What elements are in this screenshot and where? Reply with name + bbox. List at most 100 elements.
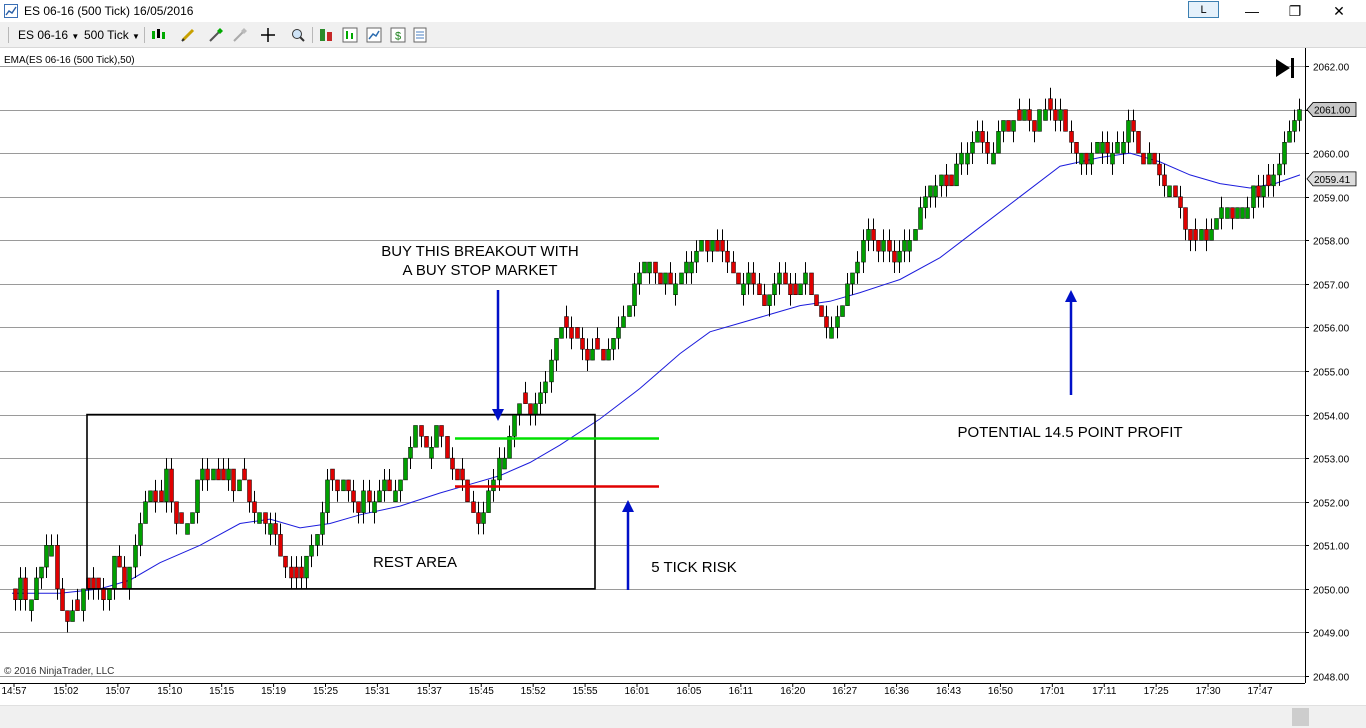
candle-body bbox=[1235, 207, 1240, 219]
candle-body bbox=[1230, 207, 1235, 219]
candle-body bbox=[975, 131, 980, 143]
candle-body bbox=[1178, 196, 1183, 208]
time-tick-label: 16:50 bbox=[988, 686, 1013, 697]
dollar-icon[interactable]: $ bbox=[390, 27, 406, 43]
candle-body bbox=[247, 479, 252, 502]
candle-body bbox=[793, 283, 798, 296]
candle-body bbox=[1204, 229, 1209, 241]
candle-body bbox=[18, 577, 23, 601]
properties-icon[interactable] bbox=[412, 27, 428, 43]
price-tick-label: 2054.00 bbox=[1313, 412, 1350, 423]
candle-body bbox=[611, 338, 616, 350]
candle-body bbox=[117, 555, 122, 568]
candle-body bbox=[138, 523, 143, 546]
candle-body bbox=[294, 566, 299, 579]
candle-body bbox=[1121, 142, 1126, 154]
order-icon[interactable] bbox=[318, 27, 334, 43]
candle-body bbox=[1100, 142, 1105, 154]
candle-body bbox=[1089, 152, 1094, 165]
candle-body bbox=[283, 555, 288, 568]
candle-body bbox=[1141, 152, 1146, 165]
horizontal-scrollbar[interactable] bbox=[0, 705, 1366, 728]
magnet-icon[interactable] bbox=[232, 27, 248, 43]
candle-body bbox=[1167, 185, 1172, 197]
maximize-button[interactable]: ❐ bbox=[1272, 0, 1318, 22]
time-tick-label: 15:52 bbox=[521, 686, 546, 697]
jump-to-end-icon[interactable] bbox=[1276, 58, 1294, 78]
candle-body bbox=[663, 272, 668, 285]
candle-body bbox=[497, 457, 502, 481]
price-tick-label: 2058.00 bbox=[1313, 237, 1350, 248]
candle-body bbox=[335, 479, 340, 492]
time-tick-label: 15:19 bbox=[261, 686, 286, 697]
candle-body bbox=[512, 414, 517, 437]
time-tick-label: 17:25 bbox=[1144, 686, 1169, 697]
candle-body bbox=[1297, 109, 1302, 121]
candle-body bbox=[34, 577, 39, 601]
candle-body bbox=[60, 588, 65, 611]
candle-body bbox=[788, 283, 793, 296]
crosshair-icon[interactable] bbox=[260, 27, 276, 43]
candle-body bbox=[705, 240, 710, 252]
candle-body bbox=[564, 316, 569, 328]
candle-body bbox=[616, 327, 621, 339]
candle-body bbox=[918, 207, 923, 230]
strategies-icon[interactable] bbox=[366, 27, 382, 43]
candle-body bbox=[658, 272, 663, 285]
candle-body bbox=[299, 566, 304, 579]
minimize-button[interactable]: — bbox=[1229, 0, 1275, 22]
candle-body bbox=[606, 348, 611, 361]
candle-body bbox=[1110, 152, 1115, 165]
chevron-down-icon: ▼ bbox=[71, 32, 80, 41]
link-button[interactable]: L bbox=[1188, 1, 1219, 18]
candle-body bbox=[876, 240, 881, 252]
price-tick-label: 2062.00 bbox=[1313, 63, 1350, 74]
scrollbar-thumb[interactable] bbox=[1292, 708, 1309, 726]
svg-text:$: $ bbox=[395, 31, 401, 43]
price-chart[interactable]: REST AREA BUY THIS BREAKOUT WITH A BUY STO… bbox=[0, 48, 1366, 705]
interval-selector[interactable]: 500 Tick ▼ bbox=[84, 25, 140, 45]
candle-body bbox=[96, 577, 101, 590]
candle-body bbox=[1032, 120, 1037, 132]
candle-body bbox=[1084, 152, 1089, 165]
candle-body bbox=[1199, 229, 1204, 241]
candle-body bbox=[419, 425, 424, 437]
candle-body bbox=[190, 512, 195, 524]
profit-arrow-head bbox=[1065, 290, 1077, 302]
time-tick-label: 16:20 bbox=[780, 686, 805, 697]
candle-body bbox=[751, 272, 756, 285]
close-button[interactable]: ✕ bbox=[1316, 0, 1362, 22]
candle-body bbox=[684, 261, 689, 274]
candle-body bbox=[112, 555, 117, 590]
candle-body bbox=[590, 348, 595, 361]
zoom-icon[interactable] bbox=[290, 27, 306, 43]
candle-body bbox=[897, 250, 902, 263]
candle-body bbox=[75, 599, 80, 611]
candle-body bbox=[70, 610, 75, 622]
indicators-icon[interactable] bbox=[342, 27, 358, 43]
candle-body bbox=[278, 534, 283, 557]
candle-body bbox=[481, 512, 486, 524]
candle-body bbox=[325, 479, 330, 513]
candle-body bbox=[346, 479, 351, 492]
candle-body bbox=[944, 174, 949, 187]
pencil-icon[interactable] bbox=[180, 27, 196, 43]
chevron-down-icon: ▼ bbox=[132, 32, 140, 41]
candle-body bbox=[850, 272, 855, 285]
instrument-selector[interactable]: ES 06-16 ▼ bbox=[18, 25, 79, 45]
candle-body bbox=[44, 545, 49, 568]
candle-body bbox=[653, 261, 658, 274]
candlesticks bbox=[13, 87, 1302, 633]
cursor-icon[interactable] bbox=[208, 27, 224, 43]
candle-body bbox=[434, 425, 439, 448]
interval-label: 500 Tick bbox=[84, 28, 129, 42]
candle-body bbox=[1131, 120, 1136, 132]
candle-body bbox=[980, 131, 985, 143]
candle-body bbox=[361, 490, 366, 513]
price-tick-label: 2056.00 bbox=[1313, 324, 1350, 335]
candle-body bbox=[585, 348, 590, 361]
bar-type-icon[interactable] bbox=[150, 27, 166, 43]
title-bar: ES 06-16 (500 Tick) 16/05/2016 L — ❐ ✕ bbox=[0, 0, 1366, 22]
price-tick-label: 2053.00 bbox=[1313, 455, 1350, 466]
candle-body bbox=[861, 240, 866, 263]
